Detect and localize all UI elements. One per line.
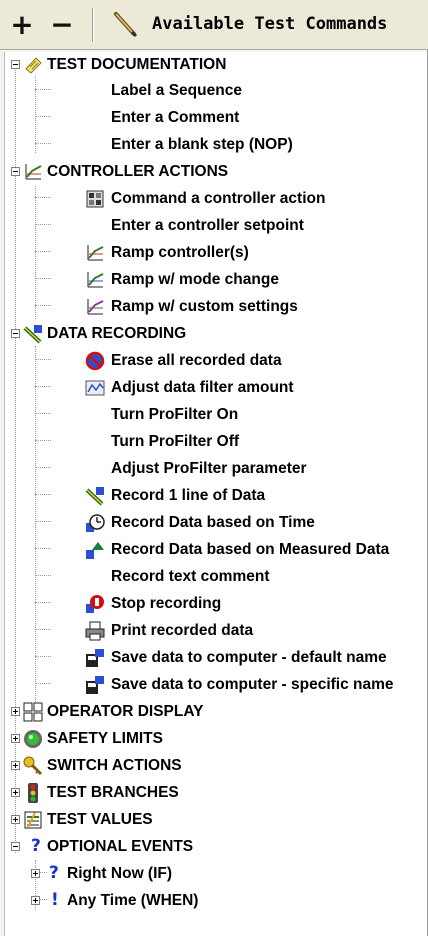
tree-item-label: Save data to computer - specific name <box>111 676 394 693</box>
tree-item-label: Adjust ProFilter parameter <box>111 460 307 477</box>
ramp-custom-icon <box>87 299 104 315</box>
tree-node-label: TEST BRANCHES <box>47 784 179 801</box>
tree-branch <box>35 656 51 657</box>
chart-icon <box>25 164 42 180</box>
tree-node-label: SAFETY LIMITS <box>47 730 163 747</box>
tree-item-label: Adjust data filter amount <box>111 379 294 396</box>
traffic-light-icon <box>28 783 38 803</box>
tree-branch <box>35 251 51 252</box>
tree-node-label: CONTROLLER ACTIONS <box>47 163 229 180</box>
toolbar: + − Available Test Commands <box>0 0 428 50</box>
tree-item-label: Turn ProFilter On <box>111 406 239 423</box>
tree-item-label: Print recorded data <box>111 622 254 639</box>
tree-node-label: TEST VALUES <box>47 811 153 828</box>
filter-icon <box>85 380 105 396</box>
expand-toggle[interactable] <box>11 815 20 824</box>
tree-item-label: Ramp w/ custom settings <box>111 298 298 315</box>
notepad-icon <box>25 57 42 74</box>
collapse-toggle[interactable] <box>11 60 20 69</box>
expand-toggle[interactable] <box>31 896 40 905</box>
tree-node-label: SWITCH ACTIONS <box>47 757 182 774</box>
tree-node-label: Any Time (WHEN) <box>67 892 199 909</box>
recorder-icon <box>23 325 42 344</box>
tree-branch <box>35 602 51 603</box>
command-tree[interactable]: TEST DOCUMENTATION Label a Sequence Ente… <box>4 52 427 936</box>
exclamation-icon: ! <box>51 890 59 910</box>
tree-item-label: Record Data based on Time <box>111 514 315 531</box>
toolbar-title: Available Test Commands <box>152 14 388 34</box>
printer-icon <box>85 621 105 641</box>
tree-line-ctrl <box>35 186 36 319</box>
collapse-toggle[interactable] <box>11 842 20 851</box>
tree-branch <box>35 224 51 225</box>
tree-item-label: Erase all recorded data <box>111 352 282 369</box>
tree-item-label: Enter a blank step (NOP) <box>111 136 293 153</box>
question-icon: ? <box>49 863 59 883</box>
tree-line-data <box>35 346 36 708</box>
ramp-mode-icon <box>87 272 104 288</box>
tree-branch <box>35 494 51 495</box>
expand-toggle[interactable] <box>11 707 20 716</box>
test-commands-panel: + − Available Test Commands TEST DOCUMEN… <box>0 0 428 936</box>
tree-node-label: OPERATOR DISPLAY <box>47 703 204 720</box>
tree-node-label: Right Now (IF) <box>67 865 173 882</box>
calculator-icon <box>24 811 42 829</box>
timer-icon <box>86 514 105 532</box>
tree-branch <box>35 197 51 198</box>
tree-line-doc <box>35 76 36 153</box>
tree-branch <box>35 548 51 549</box>
save-icon <box>86 649 104 667</box>
expand-toggle[interactable] <box>11 761 20 770</box>
remove-button[interactable]: − <box>44 9 80 41</box>
tree-item-label: Record text comment <box>111 568 270 585</box>
tree-branch <box>35 359 51 360</box>
tree-item-label: Ramp w/ mode change <box>111 271 279 288</box>
tree-node-label: TEST DOCUMENTATION <box>47 56 227 73</box>
safety-light-icon <box>24 730 42 748</box>
stop-icon <box>86 595 104 613</box>
tree-branch <box>35 440 51 441</box>
tree-branch <box>35 521 51 522</box>
tree-item-label: Label a Sequence <box>111 82 242 99</box>
ramp-icon <box>87 245 104 261</box>
key-icon <box>23 756 43 776</box>
add-button[interactable]: + <box>4 9 40 41</box>
display-icon <box>23 702 43 722</box>
pencil-icon[interactable] <box>110 10 140 40</box>
tree-branch <box>35 116 51 117</box>
tree-item-label: Record 1 line of Data <box>111 487 266 504</box>
save-as-icon <box>86 676 104 694</box>
tree-node-label: DATA RECORDING <box>47 325 187 342</box>
tree-branch <box>35 305 51 306</box>
expand-toggle[interactable] <box>11 734 20 743</box>
tree-item-label: Enter a Comment <box>111 109 240 126</box>
tree-branch <box>35 467 51 468</box>
toolbar-separator <box>92 8 93 42</box>
expand-toggle[interactable] <box>31 869 40 878</box>
tree-branch <box>35 413 51 414</box>
erase-icon <box>85 351 105 371</box>
tree-item-label: Ramp controller(s) <box>111 244 249 261</box>
tree-branch <box>35 386 51 387</box>
tree-item-label: Stop recording <box>111 595 222 612</box>
tree-branch <box>35 683 51 684</box>
collapse-toggle[interactable] <box>11 167 20 176</box>
tree-item-label: Turn ProFilter Off <box>111 433 240 450</box>
tree-branch <box>35 89 51 90</box>
tree-branch <box>35 575 51 576</box>
tree-node-label: OPTIONAL EVENTS <box>47 838 194 855</box>
measured-icon <box>86 542 104 559</box>
tree-item-label: Command a controller action <box>111 190 326 207</box>
tree-branch <box>35 278 51 279</box>
tree-branch <box>35 629 51 630</box>
tree-item-label: Save data to computer - default name <box>111 649 387 666</box>
expand-toggle[interactable] <box>11 788 20 797</box>
tree-item-label: Record Data based on Measured Data <box>111 541 390 558</box>
collapse-toggle[interactable] <box>11 329 20 338</box>
controller-icon <box>86 190 104 208</box>
tree-item-label: Enter a controller setpoint <box>111 217 304 234</box>
question-icon: ? <box>31 836 41 856</box>
record-line-icon <box>85 487 104 506</box>
tree-branch <box>35 143 51 144</box>
